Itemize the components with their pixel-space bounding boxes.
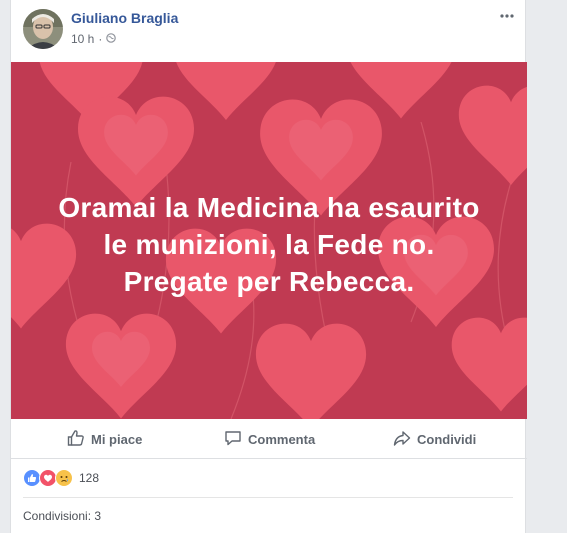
caption-line: le munizioni, la Fede no. [103, 229, 435, 260]
share-button[interactable]: Condividi [393, 419, 476, 459]
comment-button[interactable]: Commenta [224, 419, 315, 459]
shares-count[interactable]: Condivisioni: 3 [23, 509, 101, 523]
globe-icon[interactable] [106, 32, 117, 46]
thumbs-up-icon [67, 429, 85, 450]
image-caption: Oramai la Medicina ha esaurito le munizi… [11, 189, 527, 300]
author-name[interactable]: Giuliano Braglia [71, 10, 178, 26]
caption-line: Oramai la Medicina ha esaurito [58, 192, 480, 223]
post-card: Giuliano Braglia 10 h · Oramai la Medici… [10, 0, 527, 533]
like-label: Mi piace [91, 431, 143, 447]
post-time[interactable]: 10 h [71, 32, 94, 46]
caption-line: Pregate per Rebecca. [123, 266, 415, 297]
post-meta: 10 h · [71, 32, 117, 46]
divider [23, 497, 513, 498]
more-options-icon[interactable] [497, 8, 517, 24]
avatar[interactable] [23, 9, 63, 49]
share-icon [393, 429, 411, 450]
comment-label: Commenta [248, 431, 316, 447]
reactions-count[interactable]: 128 [79, 471, 99, 485]
comment-icon [224, 429, 242, 450]
post-image[interactable]: Oramai la Medicina ha esaurito le munizi… [11, 62, 527, 419]
action-bar: Mi piace Commenta Condividi [11, 419, 527, 459]
sad-reaction-icon [55, 469, 73, 487]
like-button[interactable]: Mi piace [67, 419, 142, 459]
share-label: Condividi [417, 431, 477, 447]
reactions-summary[interactable]: 128 [23, 468, 99, 488]
post-header: Giuliano Braglia 10 h · [11, 0, 527, 62]
meta-separator: · [98, 32, 103, 46]
